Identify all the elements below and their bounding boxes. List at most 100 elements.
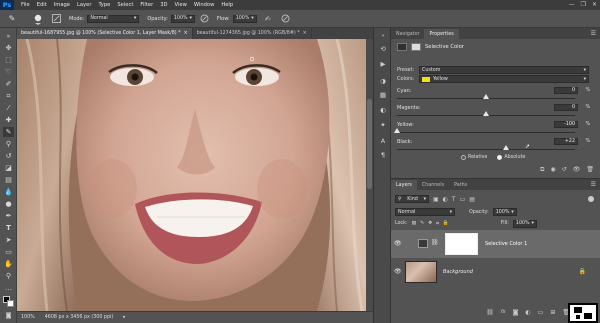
link-layers-icon[interactable]: ⛓ [486,309,494,316]
yellow-slider[interactable]: Yellow: -100 % [394,121,592,139]
adjustment-filter-icon[interactable]: ◐ [443,196,448,203]
styles-panel-icon[interactable]: ✦ [378,120,388,129]
quick-select-tool-icon[interactable]: ✐ [3,79,14,89]
new-adjustment-icon[interactable]: ◐ [525,309,530,316]
colors-select[interactable]: Yellow ▾ [419,75,589,83]
pressure-opacity-icon[interactable] [200,14,209,23]
layer-opacity-field[interactable]: 100% ▾ [492,208,517,216]
filter-toggle-icon[interactable] [588,196,594,202]
type-tool-icon[interactable]: T [3,223,14,233]
type-filter-icon[interactable]: T [452,196,456,203]
zoom-tool-icon[interactable]: ⚲ [3,271,14,281]
panel-menu-icon[interactable]: ☰ [591,181,596,188]
black-slider[interactable]: Black: +22 % ➚ [397,138,592,156]
move-tool-icon[interactable]: ✥ [3,43,14,53]
more-tools-icon[interactable]: … [3,283,14,293]
menu-edit[interactable]: Edit [37,2,47,8]
black-track[interactable] [397,149,575,150]
menu-view[interactable]: View [175,2,187,8]
relative-radio[interactable]: Relative [461,155,487,160]
fx-icon[interactable]: fx [501,309,506,315]
actions-panel-icon[interactable]: ▶ [378,59,388,68]
preset-select[interactable]: Custom ▾ [419,66,589,74]
blend-mode-select[interactable]: Normal ▾ [395,208,455,216]
visibility-eye-icon[interactable]: 👁 [394,268,402,275]
menu-help[interactable]: Help [221,2,233,8]
chevron-right-icon[interactable]: ▸ [123,315,125,320]
history-panel-icon[interactable]: ⟲ [378,44,388,53]
brush-preset-picker[interactable] [31,13,45,25]
black-slider-thumb[interactable] [502,145,509,150]
pixel-filter-icon[interactable]: ▣ [433,196,439,203]
cyan-slider[interactable]: Cyan: 0 % [397,87,592,105]
tab-navigator[interactable]: Navigator [391,29,424,39]
collapse-arrows-icon[interactable]: » [3,31,14,41]
magenta-slider[interactable]: Magenta: 0 % [397,104,592,122]
menu-select[interactable]: Select [117,2,133,8]
minimize-button[interactable]: — [569,1,575,8]
close-window-button[interactable]: ✕ [592,1,597,8]
mode-select[interactable]: Normal ▾ [87,14,140,23]
yellow-slider-thumb[interactable] [394,128,400,133]
visibility-icon[interactable]: 👁 [573,166,581,174]
eyedropper-tool-icon[interactable]: ⁄ [3,103,14,113]
close-icon[interactable]: × [184,31,188,36]
tab-layers[interactable]: Layers [391,180,417,190]
scrollbar-thumb[interactable] [367,99,372,189]
pen-tool-icon[interactable]: ✒ [3,211,14,221]
restore-button[interactable]: ❐ [581,1,586,8]
swatches-panel-icon[interactable]: ▦ [378,90,388,99]
lock-artboard-icon[interactable]: ⌗ [436,221,439,227]
crop-tool-icon[interactable]: ⌗ [3,91,14,101]
mask-icon[interactable] [411,43,421,51]
background-color-swatch[interactable] [7,300,14,307]
healing-brush-tool-icon[interactable]: ✚ [3,115,14,125]
cyan-value-field[interactable]: 0 [554,87,578,94]
close-icon[interactable]: × [303,31,307,36]
lock-transparent-icon[interactable]: ▨ [412,221,417,226]
smart-object-filter-icon[interactable]: ▤ [469,196,475,203]
canvas-vertical-scrollbar[interactable] [366,39,373,311]
eraser-tool-icon[interactable]: ◪ [3,163,14,173]
tab-document-2[interactable]: beautiful-1274365.jpg @ 100% (RGB/8#) * … [193,28,312,39]
delete-icon[interactable]: 🗑 [586,166,594,174]
black-value-field[interactable]: +22 [554,138,578,145]
yellow-value-field[interactable]: -100 [554,121,578,128]
lock-image-icon[interactable]: ✎ [420,221,424,226]
gradient-tool-icon[interactable]: ▤ [3,175,14,185]
cyan-slider-thumb[interactable] [483,94,489,99]
clone-stamp-tool-icon[interactable]: ⚲ [3,139,14,149]
collapse-arrows-icon[interactable]: « [378,31,388,40]
marquee-tool-icon[interactable]: ⬚ [3,55,14,65]
clip-to-layer-icon[interactable]: ⧉ [540,166,544,174]
quick-mask-icon[interactable]: ◙ [3,310,14,320]
background-thumbnail[interactable] [405,261,437,283]
history-brush-tool-icon[interactable]: ↺ [3,151,14,161]
tab-channels[interactable]: Channels [417,180,449,190]
hand-tool-icon[interactable]: ✋ [3,259,14,269]
flow-field[interactable]: 100% ▾ [232,14,257,23]
view-previous-icon[interactable]: ◉ [550,166,555,174]
magenta-value-field[interactable]: 0 [554,104,578,111]
layer-row-background[interactable]: 👁 Background 🔒 [391,259,600,285]
airbrush-icon[interactable]: ✍ [263,14,273,24]
shape-filter-icon[interactable]: ▭ [460,196,466,203]
rectangle-tool-icon[interactable]: ▭ [3,247,14,257]
opacity-field[interactable]: 100% ▾ [170,14,195,23]
paragraph-panel-icon[interactable]: ¶ [378,150,388,159]
adjustments-panel-icon[interactable]: ◐ [378,105,388,114]
layer-filter-select[interactable]: ⚲ Kind ▾ [395,195,429,203]
image-canvas[interactable] [17,39,373,311]
zoom-level[interactable]: 100% [21,315,35,320]
tab-paths[interactable]: Paths [449,180,472,190]
reset-icon[interactable]: ↺ [562,166,567,174]
brush-tool-icon[interactable]: ✎ [3,127,14,137]
menu-type[interactable]: Type [98,2,110,8]
yellow-track[interactable] [397,132,575,133]
fill-field[interactable]: 100% ▾ [512,219,537,228]
menu-window[interactable]: Window [194,2,214,8]
layer-name[interactable]: Selective Color 1 [485,241,527,247]
layer-row-selective-color[interactable]: 👁 ⛓ Selective Color 1 [391,230,600,258]
absolute-radio[interactable]: Absolute [497,155,525,160]
new-group-icon[interactable]: ▭ [538,309,544,316]
